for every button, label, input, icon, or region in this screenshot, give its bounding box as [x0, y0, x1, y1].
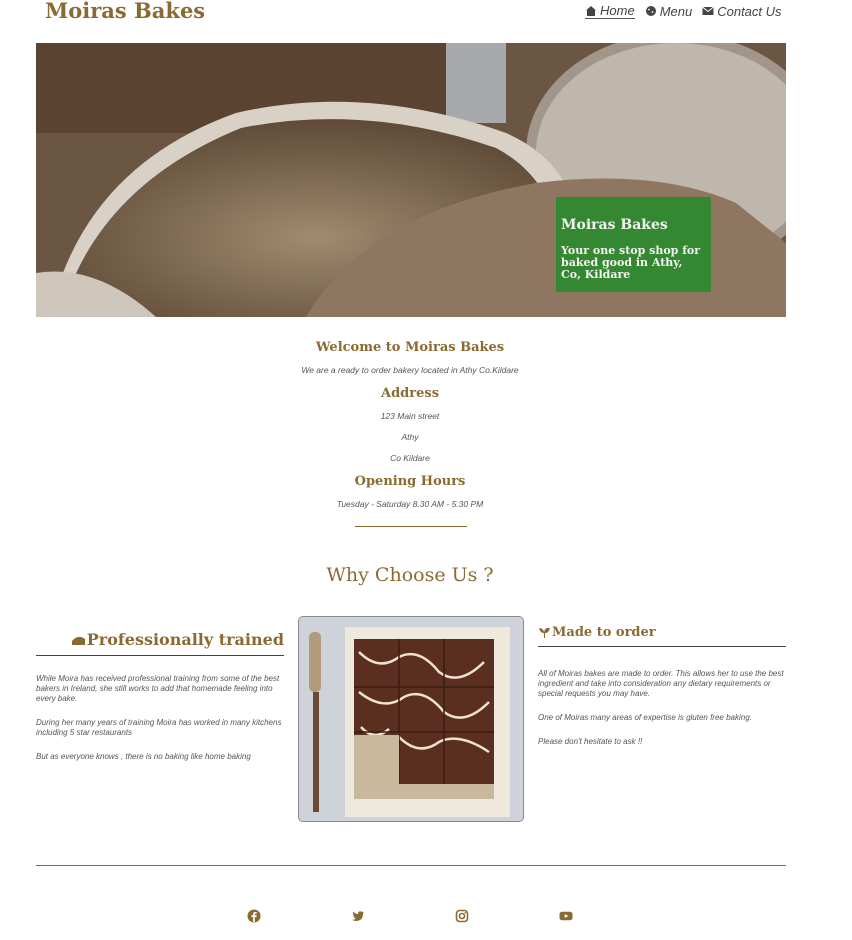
twitter-link[interactable] — [351, 909, 365, 923]
nav-menu[interactable]: Menu — [645, 3, 693, 19]
cookie-icon — [645, 6, 656, 16]
cake-icon — [71, 636, 85, 645]
footer-divider — [36, 865, 786, 866]
feature-trained-title: Professionally trained — [36, 630, 284, 649]
hours-text: Tuesday - Saturday 8.30 AM - 5.30 PM — [336, 499, 484, 509]
why-heading: Why Choose Us ? — [326, 564, 494, 586]
hero-callout: Moiras Bakes Your one stop shop for bake… — [556, 197, 711, 292]
address-line1: 123 Main street — [380, 411, 440, 421]
feature-trained-rule — [36, 655, 284, 656]
brand-logo[interactable]: Moiras Bakes — [45, 0, 205, 23]
address-line3: Co Kildare — [390, 453, 430, 463]
hero-banner: Moiras Bakes Your one stop shop for bake… — [36, 43, 786, 317]
welcome-heading: Welcome to Moiras Bakes — [315, 340, 505, 355]
nav-home-label: Home — [600, 3, 635, 18]
feature-order-p2: One of Moiras many areas of expertise is… — [538, 713, 752, 722]
main-nav: Home Menu Contact Us — [585, 3, 782, 19]
feature-trained-p1: While Moira has received professional tr… — [36, 674, 280, 703]
section-divider — [355, 526, 467, 527]
feature-trained-p3: But as everyone knows , there is no baki… — [36, 752, 251, 761]
hero-title: Moiras Bakes — [561, 217, 668, 233]
nav-menu-label: Menu — [659, 3, 693, 19]
address-line2: Athy — [401, 432, 419, 442]
facebook-icon — [247, 909, 261, 923]
facebook-link[interactable] — [247, 909, 261, 923]
feature-order-rule — [538, 646, 786, 647]
instagram-link[interactable] — [455, 909, 469, 923]
feature-order-title-text: Made to order — [552, 625, 656, 640]
home-icon — [586, 5, 596, 16]
instagram-icon — [455, 909, 469, 923]
twitter-icon — [352, 911, 364, 921]
brownie-image — [298, 616, 524, 822]
hero-tagline: Your one stop shop for baked good in Ath… — [561, 244, 701, 281]
feature-trained: Professionally trained While Moira has r… — [36, 630, 284, 762]
envelope-icon — [702, 6, 715, 15]
feature-order-title: Made to order — [538, 625, 786, 640]
feature-order: Made to order All of Moiras bakes are ma… — [538, 625, 786, 747]
feature-trained-title-text: Professionally trained — [86, 630, 284, 649]
nav-contact-label: Contact Us — [717, 3, 782, 19]
welcome-text: We are a ready to order bakery located i… — [301, 365, 519, 375]
feature-order-p3: Please don't hesitate to ask !! — [538, 737, 643, 746]
youtube-link[interactable] — [559, 909, 573, 923]
address-heading: Address — [380, 386, 440, 401]
feature-order-p1: All of Moiras bakes are made to order. T… — [538, 669, 784, 698]
nav-home[interactable]: Home — [585, 3, 635, 19]
youtube-icon — [559, 911, 573, 921]
seedling-icon — [539, 627, 550, 638]
hours-heading: Opening Hours — [354, 474, 466, 489]
nav-contact[interactable]: Contact Us — [702, 3, 782, 19]
feature-trained-p2: During her many years of training Moira … — [36, 718, 282, 737]
